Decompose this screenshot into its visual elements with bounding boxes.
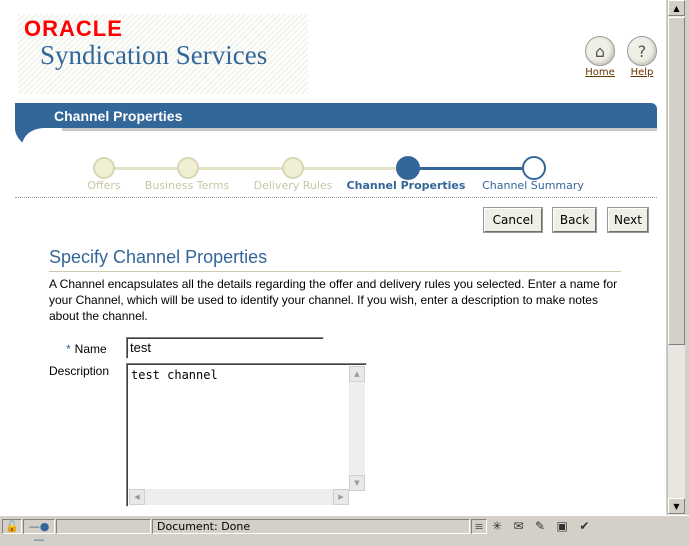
home-link[interactable]: Home — [580, 67, 620, 78]
browser-status-bar: 🔓 —●— Document: Done ≡ ✳ ✉ ✎ ▣ ✔ — [0, 515, 689, 546]
help-link[interactable]: Help — [622, 67, 662, 78]
train-label-channel-properties: Channel Properties — [346, 179, 466, 192]
scroll-left-icon[interactable]: ◀ — [129, 489, 145, 505]
instruction-text: A Channel encapsulates all the details r… — [49, 277, 618, 323]
scroll-up-icon[interactable]: ▲ — [349, 366, 365, 382]
mail-icon[interactable]: ✉ — [514, 519, 524, 533]
description-horizontal-scrollbar[interactable]: ◀ ▶ — [129, 489, 349, 505]
required-marker: * — [66, 342, 71, 356]
status-separator-icon: ≡ — [471, 519, 487, 534]
composer-icon[interactable]: ✎ — [535, 519, 545, 533]
global-help-button[interactable]: ? Help — [622, 36, 662, 78]
section-title: Specify Channel Properties — [49, 247, 268, 267]
scroll-right-icon[interactable]: ▶ — [333, 489, 349, 505]
name-input[interactable]: test — [126, 337, 324, 359]
help-icon: ? — [627, 36, 657, 66]
security-lock-icon[interactable]: 🔓 — [2, 519, 22, 534]
train-label-business-terms[interactable]: Business Terms — [145, 179, 229, 192]
browser-vertical-scrollbar[interactable]: ▲ ▼ — [667, 0, 685, 515]
train-label-offers[interactable]: Offers — [87, 179, 120, 192]
train-label-delivery-rules[interactable]: Delivery Rules — [254, 179, 333, 192]
back-button[interactable]: Back — [553, 208, 596, 232]
train-stop-offers[interactable] — [93, 157, 115, 179]
scroll-up-arrow-icon[interactable]: ▲ — [668, 0, 685, 16]
description-textarea[interactable]: test channel ▲ ▼ ◀ ▶ — [126, 363, 367, 507]
page-header-divider — [15, 128, 657, 131]
branding-area: ORACLE Syndication Services — [18, 14, 308, 94]
train-divider — [15, 197, 657, 198]
train-stop-delivery-rules[interactable] — [282, 157, 304, 179]
scroll-down-arrow-icon[interactable]: ▼ — [668, 498, 685, 514]
description-vertical-scrollbar[interactable]: ▲ ▼ — [349, 366, 365, 491]
address-book-icon[interactable]: ▣ — [557, 519, 568, 533]
name-label-text: Name — [74, 342, 107, 356]
train-stop-business-terms[interactable] — [177, 157, 199, 179]
page-title: Channel Properties — [54, 108, 183, 124]
global-home-button[interactable]: ⌂ Home — [580, 36, 620, 78]
scroll-down-icon[interactable]: ▼ — [349, 475, 365, 491]
section-title-rule — [49, 271, 621, 272]
scrollbar-thumb[interactable] — [668, 17, 685, 345]
train-line-visited — [104, 167, 404, 170]
product-name: Syndication Services — [40, 40, 268, 70]
check-icon[interactable]: ✔ — [579, 519, 589, 533]
description-text: test channel — [131, 368, 218, 382]
home-icon: ⌂ — [585, 36, 615, 66]
train-stop-channel-summary — [522, 156, 546, 180]
status-text: Document: Done — [152, 519, 470, 534]
connection-icon: —●— — [23, 519, 55, 546]
train-label-channel-summary: Channel Summary — [482, 179, 584, 192]
process-train: Offers Business Terms Delivery Rules Cha… — [0, 150, 666, 200]
status-progress-area — [56, 519, 151, 534]
navigator-icon[interactable]: ✳ — [492, 519, 502, 533]
component-bar: ✳ ✉ ✎ ▣ ✔ — [492, 519, 682, 534]
browser-viewport: ORACLE Syndication Services ⌂ Home ? Hel… — [0, 0, 666, 515]
description-label: Description — [49, 364, 110, 378]
train-line-next — [407, 167, 532, 170]
name-label: * Name — [66, 342, 107, 356]
page-header-bar: Channel Properties — [15, 103, 657, 129]
oracle-logo: ORACLE — [24, 16, 123, 41]
train-stop-channel-properties — [396, 156, 420, 180]
next-button[interactable]: Next — [608, 208, 648, 232]
cancel-button[interactable]: Cancel — [484, 208, 542, 232]
